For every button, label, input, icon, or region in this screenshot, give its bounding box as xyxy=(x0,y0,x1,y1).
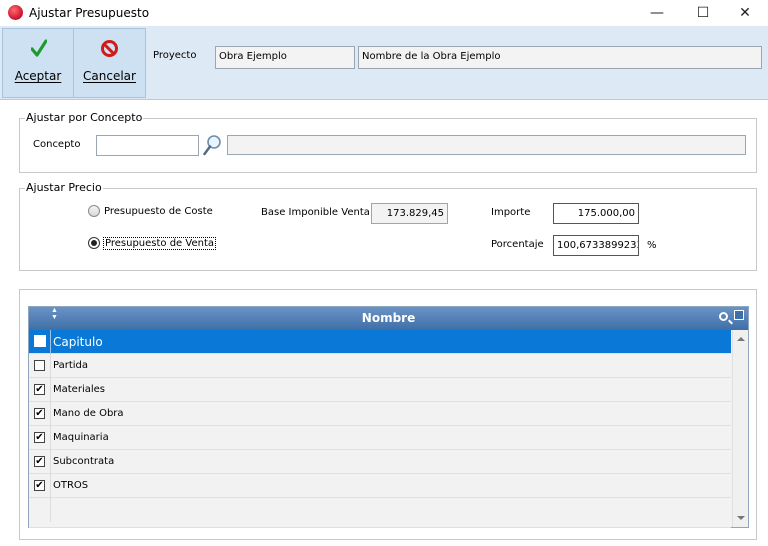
row-selector: ✔ xyxy=(29,402,51,426)
porcentaje-input[interactable]: 100,6733899233 xyxy=(553,235,639,256)
row-name: OTROS xyxy=(53,480,89,491)
row-selector: ✔ xyxy=(29,450,51,474)
radio-presupuesto-coste[interactable] xyxy=(88,205,100,217)
row-name: Materiales xyxy=(53,384,105,395)
concept-type-grid: ▲ ▼ Nombre Capitulo Partida ✔ Materiales ✔ Man… xyxy=(28,306,749,528)
close-button[interactable]: ✕ xyxy=(722,0,768,26)
row-checkbox[interactable]: ✔ xyxy=(34,384,45,395)
grid-search-icon[interactable] xyxy=(719,312,728,321)
checkmark-icon xyxy=(31,39,47,57)
importe-input[interactable]: 175.000,00 xyxy=(553,203,639,224)
window-title: Ajustar Presupuesto xyxy=(29,6,150,20)
table-row[interactable]: ✔ Maquinaria xyxy=(29,426,731,450)
concepto-description-field xyxy=(227,135,746,155)
scroll-up-icon[interactable] xyxy=(737,337,745,341)
grid-columns-icon[interactable] xyxy=(734,310,744,320)
table-row[interactable]: Capitulo xyxy=(29,330,731,354)
row-name: Capitulo xyxy=(53,335,103,349)
row-selector: ✔ xyxy=(29,474,51,498)
base-imponible-label: Base Imponible Venta xyxy=(261,207,370,218)
percent-sign: % xyxy=(647,240,657,251)
table-row[interactable]: ✔ Materiales xyxy=(29,378,731,402)
proyecto-label: Proyecto xyxy=(153,50,197,61)
row-checkbox[interactable]: ✔ xyxy=(34,432,45,443)
table-row[interactable]: Partida xyxy=(29,354,731,378)
porcentaje-label: Porcentaje xyxy=(491,239,544,250)
row-selector xyxy=(29,330,51,354)
radio-venta-label[interactable]: Presupuesto de Venta xyxy=(103,237,216,250)
table-row[interactable]: ✔ Subcontrata xyxy=(29,450,731,474)
concepto-label: Concepto xyxy=(33,139,81,150)
row-selector xyxy=(29,498,51,522)
radio-coste-label[interactable]: Presupuesto de Coste xyxy=(104,206,213,217)
proyecto-code-field[interactable]: Obra Ejemplo xyxy=(215,46,355,69)
table-row[interactable]: ✔ OTROS xyxy=(29,474,731,498)
grid-header: ▲ ▼ Nombre xyxy=(29,307,748,330)
accept-label: Aceptar xyxy=(14,69,62,83)
scroll-down-icon[interactable] xyxy=(737,516,745,520)
empty-row xyxy=(29,498,731,528)
ajustar-concepto-title: Ajustar por Concepto xyxy=(25,111,144,124)
column-header-nombre[interactable]: Nombre xyxy=(29,311,748,325)
base-imponible-field: 173.829,45 xyxy=(371,203,448,224)
row-name: Maquinaria xyxy=(53,432,109,443)
row-selector: ✔ xyxy=(29,426,51,450)
cancel-button[interactable]: Cancelar xyxy=(74,28,146,98)
row-checkbox[interactable]: ✔ xyxy=(34,480,45,491)
cancel-label: Cancelar xyxy=(83,69,136,83)
row-checkbox[interactable] xyxy=(34,335,46,347)
proyecto-name-field[interactable]: Nombre de la Obra Ejemplo xyxy=(358,46,762,69)
row-selector xyxy=(29,354,51,378)
app-logo-icon xyxy=(8,5,23,20)
concepto-input[interactable] xyxy=(96,135,199,156)
row-checkbox[interactable]: ✔ xyxy=(34,456,45,467)
row-name: Partida xyxy=(53,360,88,371)
vertical-scrollbar[interactable] xyxy=(732,330,748,527)
toolbar: Aceptar Cancelar Proyecto Obra Ejemplo N… xyxy=(0,26,768,100)
row-checkbox[interactable]: ✔ xyxy=(34,408,45,419)
cancel-icon xyxy=(101,40,118,57)
table-row[interactable]: ✔ Mano de Obra xyxy=(29,402,731,426)
title-bar: Ajustar Presupuesto — ☐ ✕ xyxy=(0,0,768,26)
search-icon[interactable] xyxy=(203,134,222,156)
maximize-button[interactable]: ☐ xyxy=(680,0,726,26)
radio-presupuesto-venta[interactable] xyxy=(88,237,100,249)
row-selector: ✔ xyxy=(29,378,51,402)
importe-label: Importe xyxy=(491,207,531,218)
row-name: Mano de Obra xyxy=(53,408,124,419)
ajustar-precio-group: Ajustar Precio xyxy=(19,181,757,271)
ajustar-precio-title: Ajustar Precio xyxy=(25,181,103,194)
row-checkbox[interactable] xyxy=(34,360,45,371)
minimize-button[interactable]: — xyxy=(634,0,680,26)
accept-button[interactable]: Aceptar xyxy=(2,28,74,98)
row-name: Subcontrata xyxy=(53,456,115,467)
